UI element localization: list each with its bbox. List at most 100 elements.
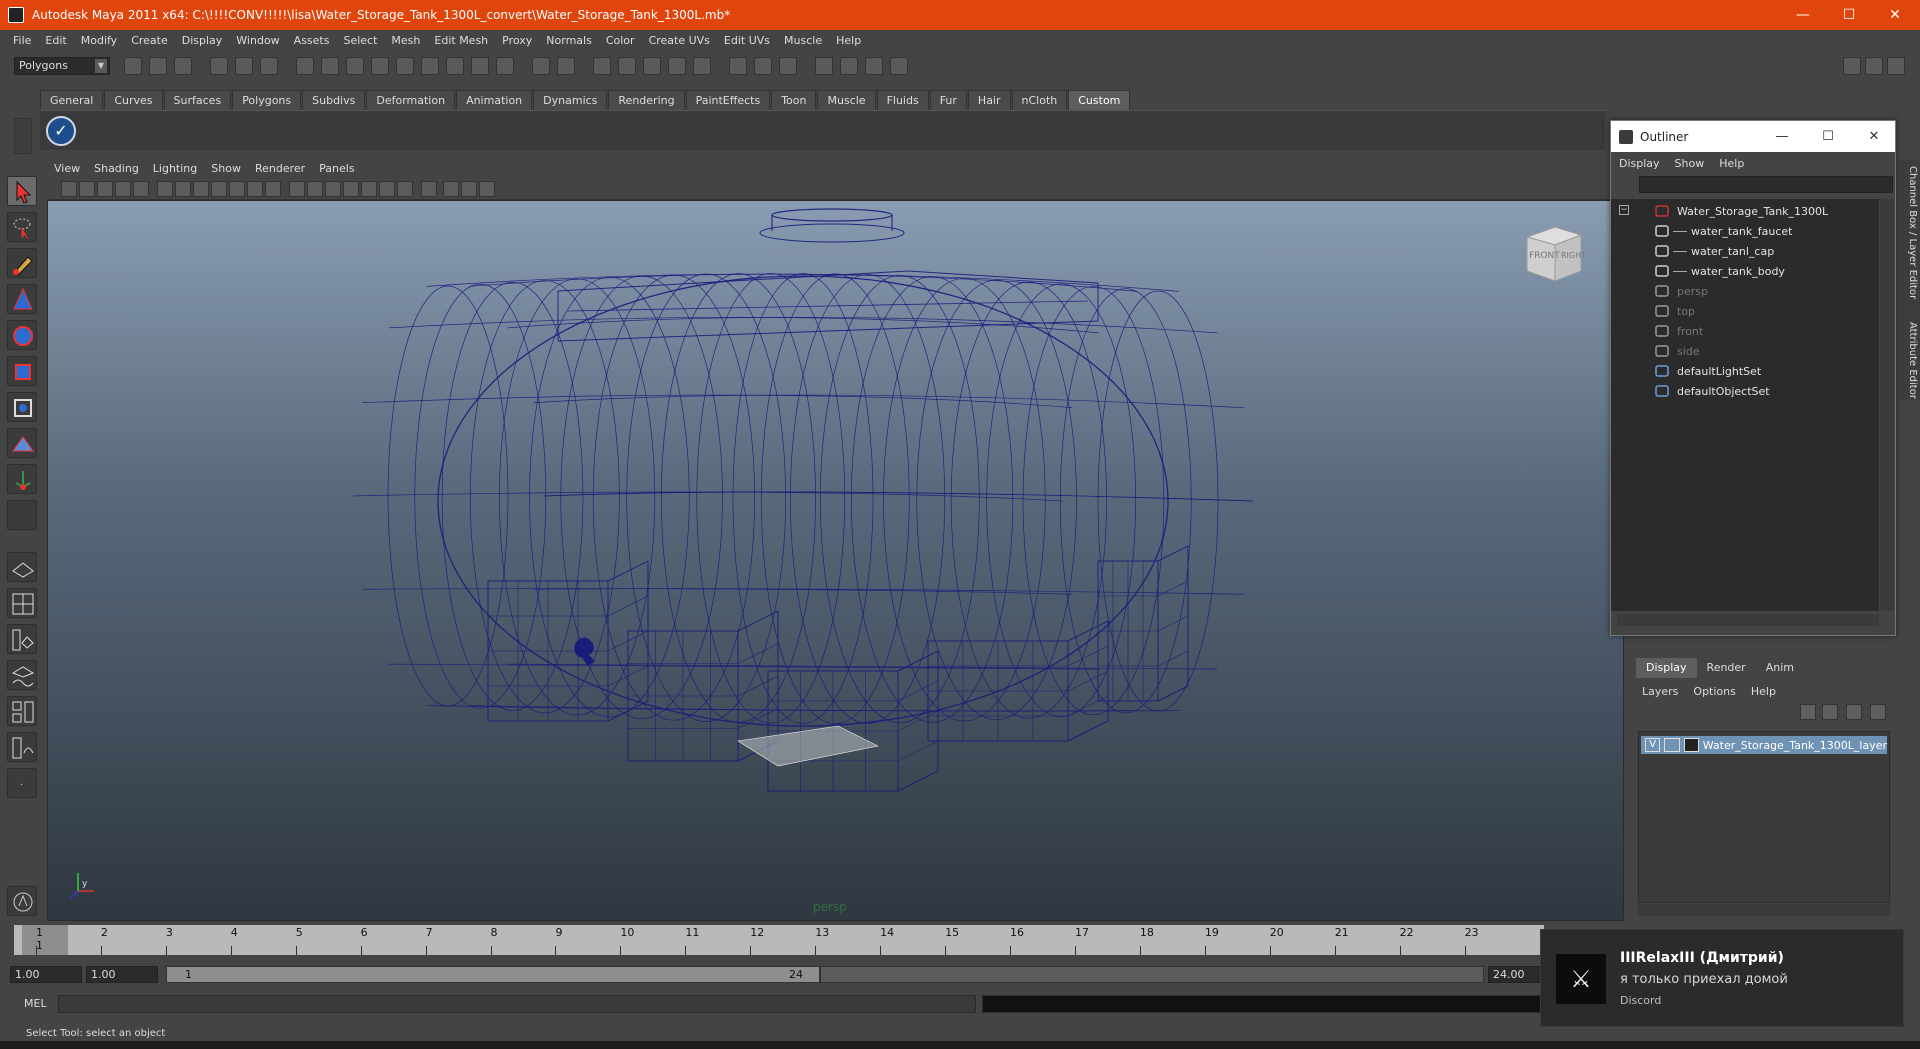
select-handles-icon[interactable] (321, 57, 339, 75)
quick-layout-icon[interactable] (7, 886, 37, 916)
lock-selection-icon[interactable] (532, 57, 550, 75)
wireframe-on-shaded-icon[interactable] (325, 181, 341, 197)
move-tool-icon[interactable] (7, 284, 37, 314)
hypershade-layout-icon[interactable] (7, 696, 37, 726)
persp-graph-layout-icon[interactable] (7, 660, 37, 690)
minimize-button[interactable]: — (1780, 0, 1826, 30)
tab-surfaces[interactable]: Surfaces (163, 90, 232, 110)
ipr-render-icon[interactable] (865, 57, 883, 75)
layer-menu-layers[interactable]: Layers (1642, 685, 1693, 698)
outliner-menu-show[interactable]: Show (1675, 157, 1720, 170)
layer-row[interactable]: V Water_Storage_Tank_1300L_layer (1641, 736, 1887, 754)
panel-menu-shading[interactable]: Shading (87, 162, 146, 175)
tab-painteffects[interactable]: PaintEffects (685, 90, 771, 110)
perspective-viewport[interactable]: y FRONT RIGHT persp (47, 200, 1624, 921)
tab-rendering[interactable]: Rendering (608, 90, 685, 110)
select-curves-icon[interactable] (371, 57, 389, 75)
new-scene-icon[interactable] (124, 57, 142, 75)
tab-anim[interactable]: Anim (1756, 658, 1804, 678)
outliner-item[interactable]: side (1611, 341, 1879, 361)
manipulator-tool-icon[interactable] (7, 392, 37, 422)
layer-menu-options[interactable]: Options (1693, 685, 1750, 698)
select-by-hierarchy-icon[interactable] (210, 57, 228, 75)
outliner-vertical-scrollbar[interactable] (1880, 199, 1894, 611)
menu-edit-mesh[interactable]: Edit Mesh (427, 34, 495, 47)
menu-proxy[interactable]: Proxy (495, 34, 539, 47)
tab-animation[interactable]: Animation (456, 90, 533, 110)
ambient-occlusion-icon[interactable] (461, 181, 477, 197)
isolate-select-icon[interactable] (421, 181, 437, 197)
safe-action-icon[interactable] (247, 181, 263, 197)
menu-color[interactable]: Color (599, 34, 642, 47)
current-frame-marker[interactable]: 1 (22, 925, 68, 955)
tab-subdivs[interactable]: Subdivs (302, 90, 366, 110)
outliner-maximize-button[interactable]: ☐ (1805, 121, 1851, 152)
outliner-filter-field[interactable] (1639, 176, 1893, 193)
snap-to-grid-icon[interactable] (593, 57, 611, 75)
scale-tool-icon[interactable] (7, 356, 37, 386)
gate-mask-icon[interactable] (211, 181, 227, 197)
tab-fur[interactable]: Fur (929, 90, 967, 110)
field-chart-icon[interactable] (229, 181, 245, 197)
panel-menu-panels[interactable]: Panels (312, 162, 361, 175)
panel-menu-lighting[interactable]: Lighting (146, 162, 204, 175)
outliner-item[interactable]: defaultObjectSet (1611, 381, 1879, 401)
outliner-item[interactable]: top (1611, 301, 1879, 321)
select-surfaces-icon[interactable] (396, 57, 414, 75)
select-tool-icon[interactable] (7, 176, 37, 206)
range-slider-track[interactable] (820, 966, 1484, 983)
outliner-menu-help[interactable]: Help (1719, 157, 1759, 170)
menu-muscle[interactable]: Muscle (777, 34, 829, 47)
menu-edit-uvs[interactable]: Edit UVs (717, 34, 777, 47)
input-ops-icon[interactable] (729, 57, 747, 75)
outliner-horizontal-scrollbar[interactable] (1617, 614, 1879, 626)
textured-icon[interactable] (343, 181, 359, 197)
playback-range-bar[interactable]: 1 24 (166, 966, 820, 983)
snap-to-point-icon[interactable] (643, 57, 661, 75)
four-view-layout-icon[interactable] (7, 588, 37, 618)
select-camera-icon[interactable] (61, 181, 77, 197)
smooth-shade-icon[interactable] (307, 181, 323, 197)
camera-attributes-icon[interactable] (79, 181, 95, 197)
outliner-item[interactable]: water_tank_body (1611, 261, 1879, 281)
channel-box-tab[interactable]: Channel Box / Layer Editor (1900, 166, 1918, 299)
menu-edit[interactable]: Edit (38, 34, 73, 47)
start-time-field[interactable]: 1.00 (10, 966, 82, 983)
menu-display[interactable]: Display (175, 34, 230, 47)
end-time-field[interactable]: 24.00 (1488, 966, 1544, 983)
shadows-icon[interactable] (379, 181, 395, 197)
wireframe-icon[interactable] (289, 181, 305, 197)
outliner-item[interactable]: Water_Storage_Tank_1300L (1611, 201, 1879, 221)
tab-hair[interactable]: Hair (967, 90, 1011, 110)
tab-curves[interactable]: Curves (104, 90, 163, 110)
menu-file[interactable]: File (6, 34, 38, 47)
render-view-icon[interactable] (815, 57, 833, 75)
tab-fluids[interactable]: Fluids (876, 90, 929, 110)
menu-help[interactable]: Help (829, 34, 868, 47)
make-live-icon[interactable] (693, 57, 711, 75)
menu-mesh[interactable]: Mesh (384, 34, 427, 47)
menu-window[interactable]: Window (229, 34, 286, 47)
create-layer-from-selection-icon[interactable] (1870, 704, 1886, 720)
selection-mask-icon[interactable] (296, 57, 314, 75)
select-rendering-icon[interactable] (471, 57, 489, 75)
single-perspective-layout-icon[interactable] (7, 552, 37, 582)
discord-notification[interactable]: ⚔ IIIRelaxIII (Дмитрий) я только приехал… (1540, 929, 1904, 1027)
checkmark-icon[interactable]: ✓ (46, 116, 76, 146)
view-cube[interactable]: FRONT RIGHT (1521, 223, 1587, 285)
move-layer-down-icon[interactable] (1822, 704, 1838, 720)
output-ops-icon[interactable] (754, 57, 772, 75)
tab-toon[interactable]: Toon (771, 90, 817, 110)
menu-select[interactable]: Select (336, 34, 384, 47)
layout-options-icon[interactable]: · (7, 768, 37, 798)
lights-icon[interactable] (361, 181, 377, 197)
close-button[interactable]: ✕ (1872, 0, 1918, 30)
rotate-tool-icon[interactable] (7, 320, 37, 350)
resolution-gate-icon[interactable] (193, 181, 209, 197)
highlight-selection-icon[interactable] (557, 57, 575, 75)
select-by-component-icon[interactable] (260, 57, 278, 75)
shelf-menu-handle[interactable] (14, 118, 32, 154)
select-dynamics-icon[interactable] (446, 57, 464, 75)
menu-create[interactable]: Create (124, 34, 175, 47)
move-layer-up-icon[interactable] (1800, 704, 1816, 720)
